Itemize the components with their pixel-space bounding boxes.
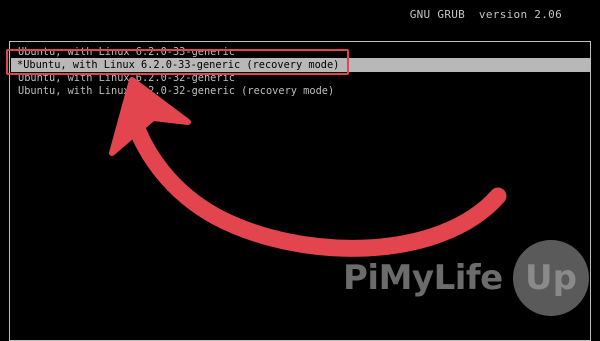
- watermark-circle-text: Up: [525, 258, 577, 298]
- pimylifeup-watermark: PiMyLife Up: [343, 240, 593, 320]
- watermark-circle: Up: [513, 240, 589, 316]
- watermark-brand-text: PiMyLife: [343, 258, 503, 298]
